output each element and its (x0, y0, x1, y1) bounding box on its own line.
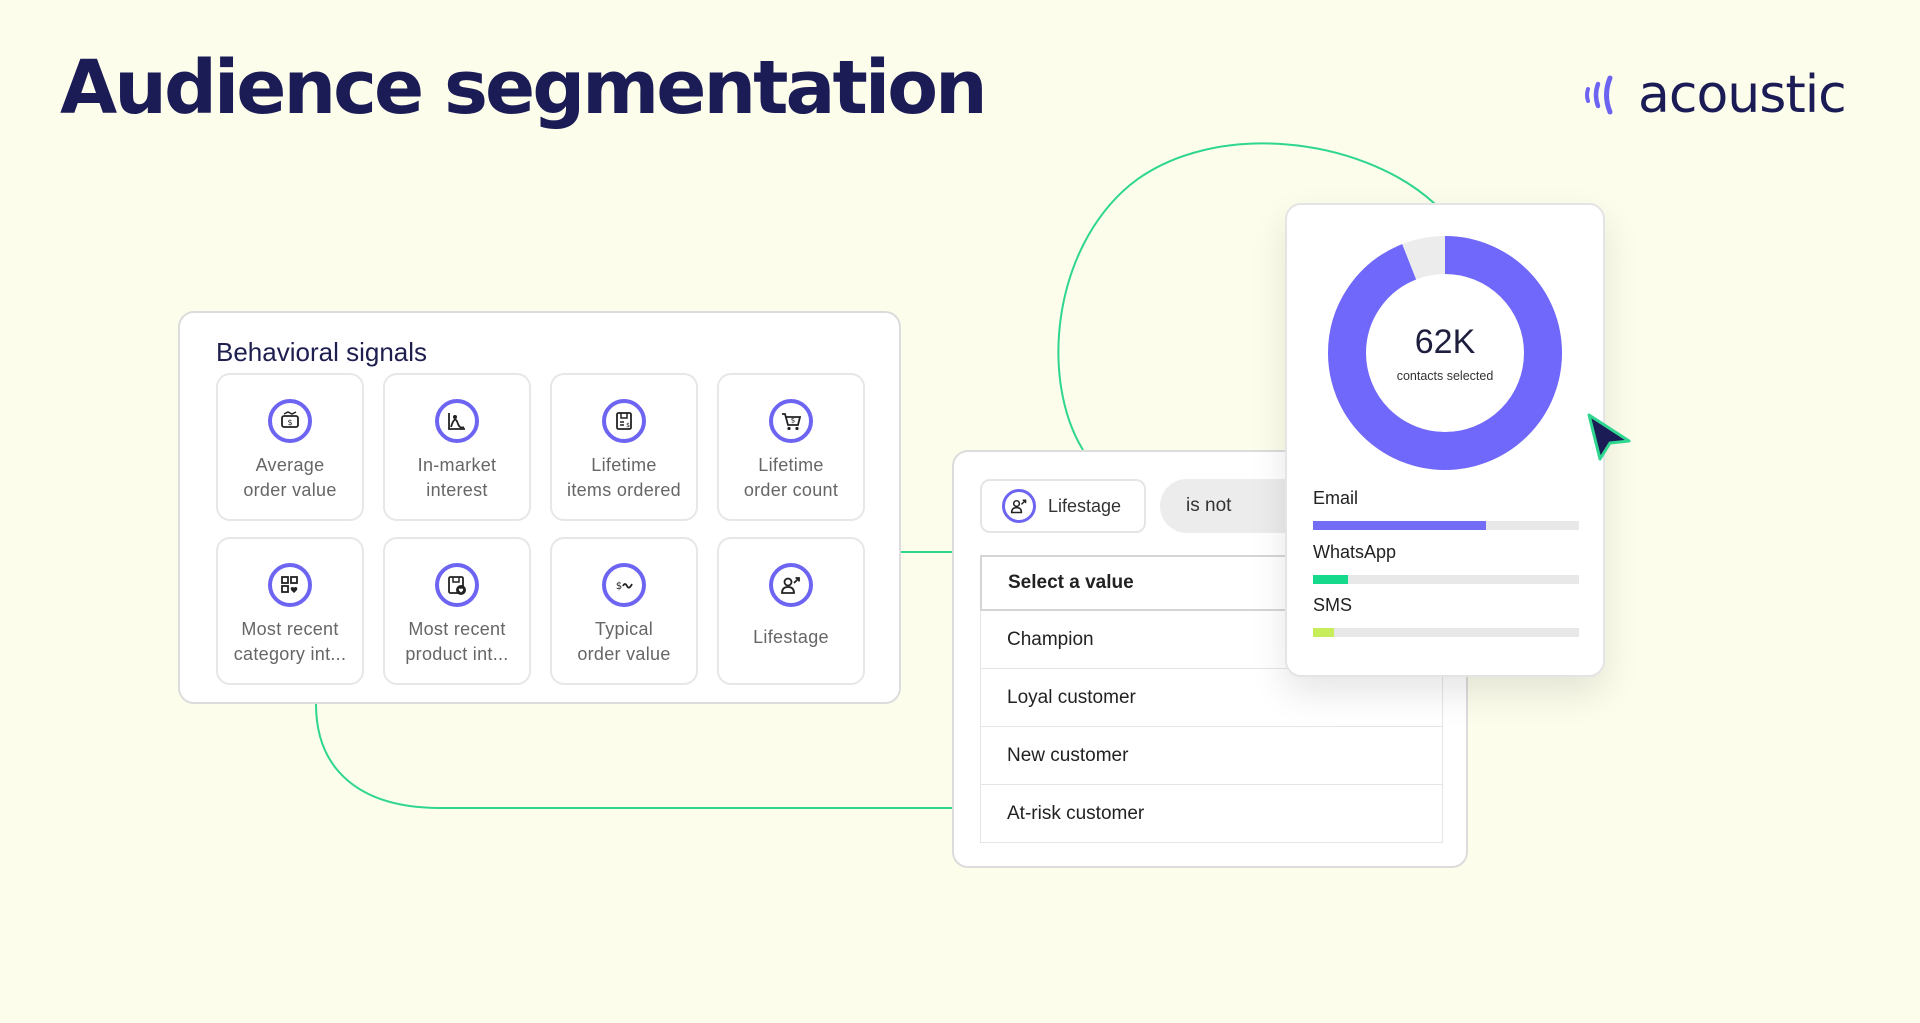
signal-tile-most-recent-product[interactable]: Most recent product int... (383, 537, 531, 685)
tile-label-line1: Most recent (408, 619, 506, 639)
tile-label-line2: category int... (233, 644, 347, 664)
bar-fill (1313, 628, 1335, 637)
tile-label-line1: In-market (417, 455, 497, 475)
tile-label-line2: order count (743, 480, 839, 500)
dollar-wave-icon: $ (602, 563, 646, 607)
option-label: New customer (1007, 744, 1129, 766)
option-label: Champion (1007, 628, 1094, 650)
receipt-dollar-icon: $ (268, 399, 312, 443)
option-at-risk-customer[interactable]: At-risk customer (980, 785, 1443, 843)
svg-text:$: $ (287, 418, 292, 427)
signal-tile-typical-order-value[interactable]: $ Typical order value (550, 537, 698, 685)
tile-label-line1: Lifetime (591, 455, 657, 475)
signal-tile-lifetime-items-ordered[interactable]: $ Lifetime items ordered (550, 373, 698, 521)
signal-tile-lifetime-order-count[interactable]: $ Lifetime order count (717, 373, 865, 521)
grid-heart-icon (268, 563, 312, 607)
svg-text:$: $ (616, 581, 622, 592)
option-label: Loyal customer (1007, 686, 1136, 708)
channel-label-whatsapp: WhatsApp (1313, 542, 1397, 562)
tile-label-line1: Typical (594, 619, 654, 639)
tile-label-line1: Lifetime (758, 455, 824, 475)
channel-bar-whatsapp (1313, 575, 1579, 584)
bar-fill (1313, 521, 1486, 530)
tile-label-line2: order value (577, 644, 671, 664)
user-growth-icon (769, 563, 813, 607)
field-selector-lifestage[interactable]: Lifestage (980, 479, 1146, 533)
user-growth-icon (1002, 489, 1036, 523)
svg-text:$: $ (626, 422, 630, 429)
channel-label-sms: SMS (1313, 595, 1353, 615)
bar-fill (1313, 575, 1348, 584)
tile-label-line2: order value (243, 480, 337, 500)
channel-bar-sms (1313, 628, 1579, 637)
tile-label-line1: Average (255, 455, 325, 475)
signal-tile-most-recent-category[interactable]: Most recent category int... (216, 537, 364, 685)
channel-bar-email (1313, 521, 1579, 530)
option-label: At-risk customer (1007, 802, 1145, 824)
tile-label-line1: Most recent (241, 619, 339, 639)
chart-peak-icon (435, 399, 479, 443)
tile-label-line2: items ordered (567, 480, 681, 500)
field-label: Lifestage (1048, 495, 1122, 516)
card-title: Behavioral signals (216, 337, 428, 367)
signal-tile-in-market-interest[interactable]: In-market interest (383, 373, 531, 521)
channel-label-email: Email (1313, 488, 1359, 508)
cart-dollar-icon: $ (769, 399, 813, 443)
tile-label-line2: product int... (405, 644, 509, 664)
svg-text:$: $ (791, 417, 795, 425)
contacts-count: 62K (1414, 323, 1476, 361)
audience-stats-card: 62K contacts selected Email WhatsApp SMS (1285, 203, 1605, 677)
option-new-customer[interactable]: New customer (980, 727, 1443, 785)
operator-label: is not (1186, 495, 1232, 516)
value-select-placeholder: Select a value (1008, 572, 1134, 593)
box-list-icon: $ (602, 399, 646, 443)
box-heart-icon (435, 563, 479, 607)
contacts-count-label: contacts selected (1396, 369, 1494, 383)
tile-label: Lifestage (753, 627, 829, 647)
option-loyal-customer[interactable]: Loyal customer (980, 669, 1443, 727)
mouse-cursor-icon (1587, 413, 1631, 461)
behavioral-signals-card: Behavioral signals $ Average order value … (178, 311, 901, 704)
tile-label-line2: interest (426, 480, 488, 500)
signal-tile-average-order-value[interactable]: $ Average order value (216, 373, 364, 521)
signal-tile-lifestage[interactable]: Lifestage (717, 537, 865, 685)
